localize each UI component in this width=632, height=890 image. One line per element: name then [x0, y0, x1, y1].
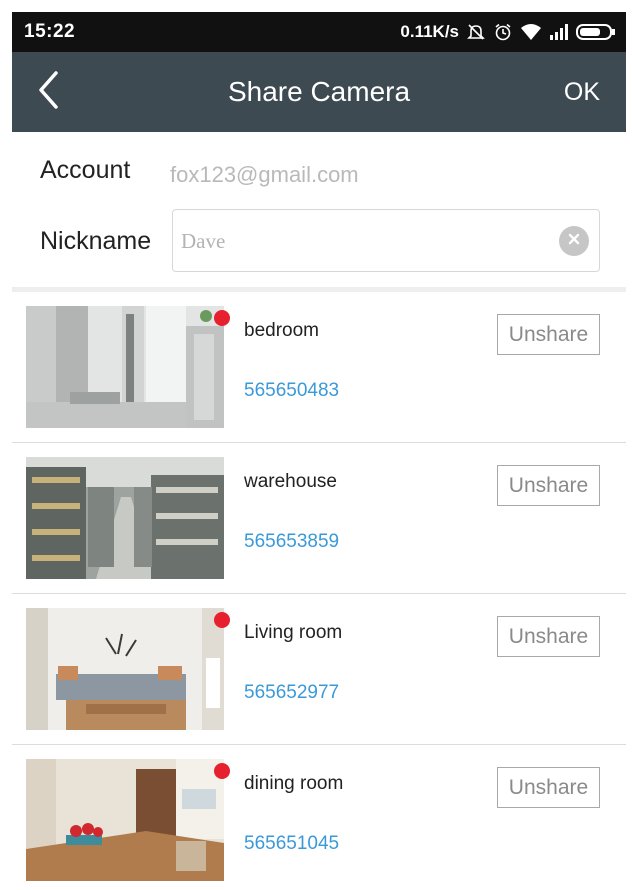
status-time: 15:22: [24, 21, 76, 42]
alarm-clock-icon: [493, 22, 513, 42]
camera-id: 565652977: [244, 682, 340, 703]
camera-thumbnail-bedroom: [26, 306, 224, 428]
new-indicator-dot: [214, 763, 230, 779]
back-button[interactable]: [26, 68, 70, 116]
ok-button[interactable]: OK: [564, 52, 600, 132]
camera-name: bedroom: [244, 320, 319, 341]
camera-list: bedroom 565650483 Unshare warehouse 5656…: [12, 292, 626, 890]
nickname-label: Nickname: [40, 227, 152, 255]
clear-input-button[interactable]: [559, 226, 589, 256]
camera-row-dining-room[interactable]: dining room 565651045 Unshare: [12, 745, 626, 890]
network-speed: 0.11K/s: [400, 22, 459, 41]
app-header: Share Camera OK: [12, 52, 626, 132]
unshare-button[interactable]: Unshare: [497, 616, 600, 657]
camera-name: warehouse: [244, 471, 337, 492]
account-label: Account: [40, 156, 131, 184]
camera-row-warehouse[interactable]: warehouse 565653859 Unshare: [12, 443, 626, 594]
battery-icon: [576, 22, 616, 42]
unshare-button[interactable]: Unshare: [497, 465, 600, 506]
camera-thumbnail-living-room: [26, 608, 224, 730]
unshare-button[interactable]: Unshare: [497, 314, 600, 355]
wifi-icon: [520, 23, 542, 41]
status-bar: 15:22 0.11K/s: [12, 12, 626, 52]
page-title: Share Camera: [227, 76, 411, 107]
new-indicator-dot: [214, 612, 230, 628]
camera-id: 565650483: [244, 380, 340, 401]
account-value: fox123@gmail.com: [170, 162, 359, 187]
camera-name: Living room: [244, 622, 343, 643]
camera-id: 565651045: [244, 833, 340, 854]
nickname-input[interactable]: [181, 222, 541, 260]
unshare-button[interactable]: Unshare: [497, 767, 600, 808]
signal-bars-icon: [549, 23, 569, 41]
camera-row-living-room[interactable]: Living room 565652977 Unshare: [12, 594, 626, 745]
chevron-left-icon: [36, 70, 60, 115]
camera-thumbnail-warehouse: [26, 457, 224, 579]
camera-thumbnail-dining-room: [26, 759, 224, 881]
camera-name: dining room: [244, 773, 344, 794]
nickname-field-box: [172, 209, 600, 272]
camera-row-bedroom[interactable]: bedroom 565650483 Unshare: [12, 292, 626, 443]
muted-bell-icon: [466, 22, 486, 42]
clear-circle-icon: [567, 232, 581, 251]
share-camera-screen: 15:22 0.11K/s Share Camera OK Account fo…: [0, 0, 632, 890]
camera-id: 565653859: [244, 531, 340, 552]
new-indicator-dot: [214, 310, 230, 326]
status-icons: 0.11K/s: [400, 22, 616, 42]
